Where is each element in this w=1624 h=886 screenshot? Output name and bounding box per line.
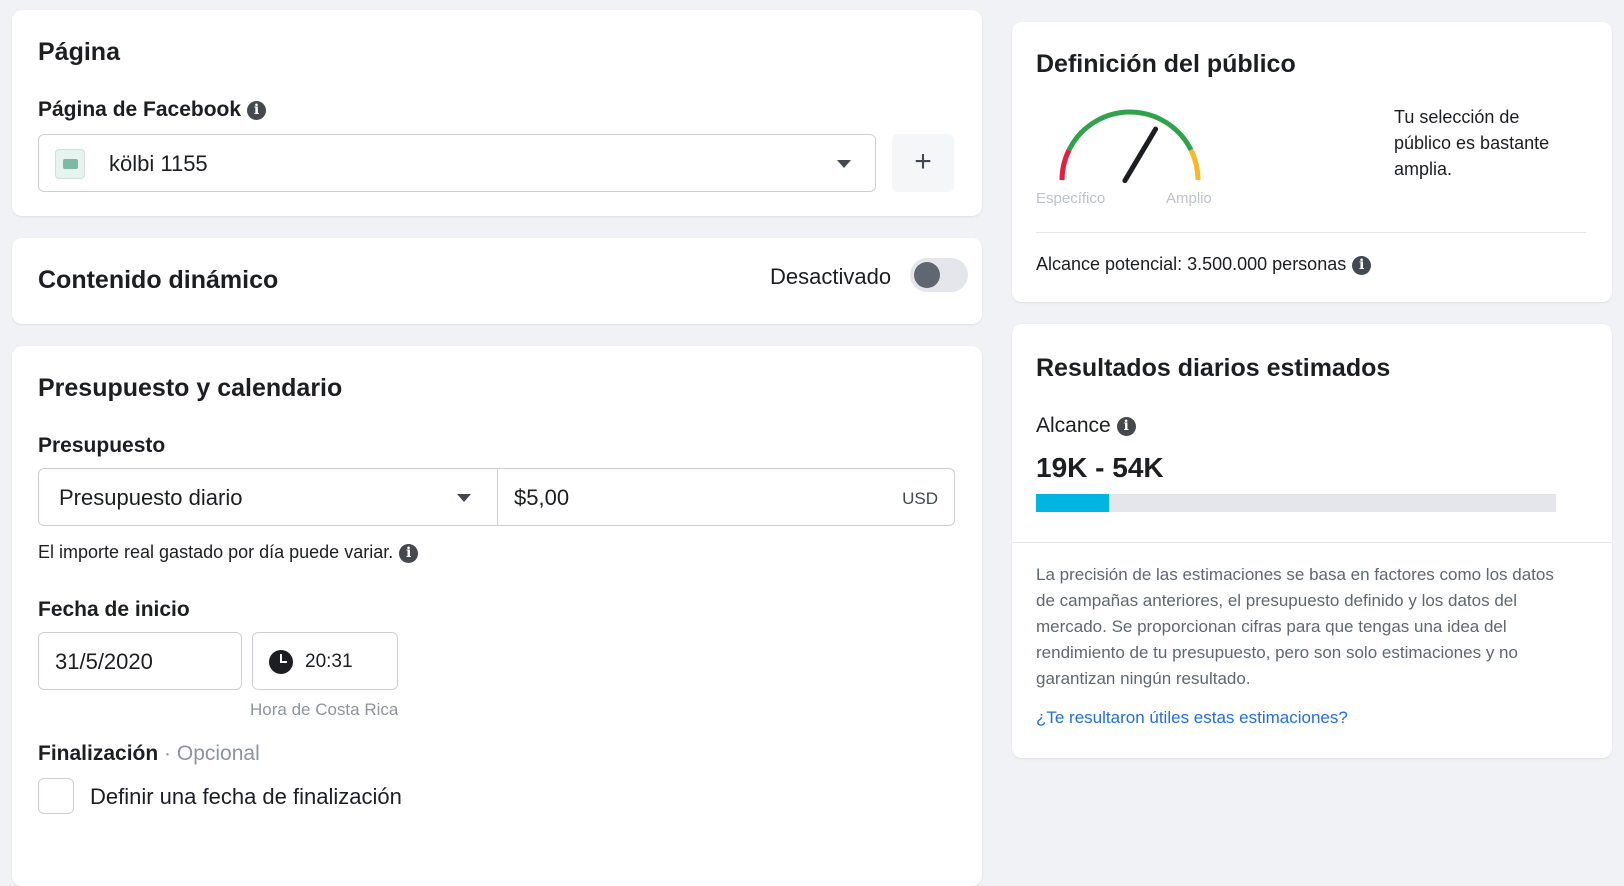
dynamic-content-card: Contenido dinámico Desactivado — [12, 238, 982, 324]
page-thumbnail-icon — [55, 149, 85, 179]
start-time-input[interactable]: 20:31 — [252, 632, 398, 690]
reach-bar-fill — [1036, 494, 1109, 512]
budget-note: El importe real gastado por día puede va… — [38, 542, 419, 563]
reach-label: Alcance i — [1036, 414, 1136, 438]
facebook-page-value: kölbi 1155 — [109, 151, 208, 176]
budget-note-text: El importe real gastado por día puede va… — [38, 542, 394, 562]
budget-currency: USD — [902, 489, 938, 508]
info-icon[interactable]: i — [1116, 416, 1136, 436]
gauge-needle — [1122, 126, 1159, 184]
end-date-checkbox-label[interactable]: Definir una fecha de finalización — [90, 784, 402, 810]
audience-gauge — [1059, 109, 1201, 184]
start-date-input[interactable]: 31/5/2020 — [38, 632, 242, 690]
dynamic-content-title: Contenido dinámico — [38, 266, 279, 294]
reach-label-text: Alcance — [1036, 414, 1111, 437]
start-date-label: Fecha de inicio — [38, 598, 190, 621]
gauge-red-segment — [1059, 148, 1072, 181]
divider — [1036, 232, 1586, 233]
audience-definition-title: Definición del público — [1036, 50, 1296, 78]
add-page-button[interactable]: + — [892, 134, 954, 192]
facebook-page-label: Página de Facebook i — [38, 98, 267, 122]
info-icon[interactable]: i — [1352, 255, 1372, 275]
budget-label: Presupuesto — [38, 434, 166, 457]
audience-definition-card: Definición del público Específico Amplio… — [1012, 22, 1612, 302]
potential-reach-text: Alcance potencial: 3.500.000 personas — [1036, 254, 1347, 274]
clock-icon — [269, 650, 293, 674]
facebook-page-label-text: Página de Facebook — [38, 98, 242, 121]
divider — [1012, 542, 1612, 543]
gauge-right-label: Amplio — [1166, 190, 1212, 207]
budget-type-select[interactable]: Presupuesto diario — [38, 468, 498, 526]
potential-reach: Alcance potencial: 3.500.000 personas i — [1036, 254, 1372, 275]
estimated-results-title: Resultados diarios estimados — [1036, 354, 1391, 382]
toggle-knob — [914, 262, 940, 288]
gauge-green-segment — [1066, 109, 1194, 152]
info-icon[interactable]: i — [399, 543, 419, 563]
estimate-description: La precisión de las estimaciones se basa… — [1036, 565, 1554, 688]
info-icon[interactable]: i — [247, 100, 267, 120]
plus-icon: + — [914, 145, 932, 178]
start-time-value: 20:31 — [305, 651, 353, 672]
feedback-link[interactable]: ¿Te resultaron útiles estas estimaciones… — [1036, 708, 1348, 728]
budget-type-value: Presupuesto diario — [59, 485, 243, 510]
gauge-orange-segment — [1188, 148, 1201, 181]
page-section-title: Página — [38, 38, 120, 66]
budget-schedule-card: Presupuesto y calendario Presupuesto Pre… — [12, 346, 982, 886]
estimated-results-card: Resultados diarios estimados Alcance i 19… — [1012, 324, 1612, 758]
end-date-optional: · Opcional — [164, 742, 260, 765]
budget-schedule-title: Presupuesto y calendario — [38, 374, 343, 402]
gauge-left-label: Específico — [1036, 190, 1106, 207]
budget-amount-input[interactable]: $5,00 USD — [497, 468, 955, 526]
reach-bar-track — [1036, 494, 1556, 512]
facebook-page-select[interactable]: kölbi 1155 — [38, 134, 876, 192]
dynamic-content-toggle[interactable] — [910, 258, 968, 292]
reach-range: 19K - 54K — [1036, 452, 1164, 483]
budget-amount-value: $5,00 — [514, 485, 570, 510]
page-card: Página Página de Facebook i kölbi 1155 + — [12, 10, 982, 216]
start-date-value: 31/5/2020 — [55, 649, 153, 674]
dynamic-content-status: Desactivado — [770, 264, 892, 289]
timezone-label: Hora de Costa Rica — [250, 700, 399, 719]
end-date-label-text: Finalización — [38, 742, 159, 765]
end-date-label: Finalización · Opcional — [38, 742, 260, 766]
audience-selection-text: Tu selección de público es bastante ampl… — [1394, 107, 1550, 179]
chevron-down-icon — [457, 494, 471, 502]
chevron-down-icon — [837, 160, 851, 168]
end-date-checkbox[interactable] — [38, 778, 74, 814]
